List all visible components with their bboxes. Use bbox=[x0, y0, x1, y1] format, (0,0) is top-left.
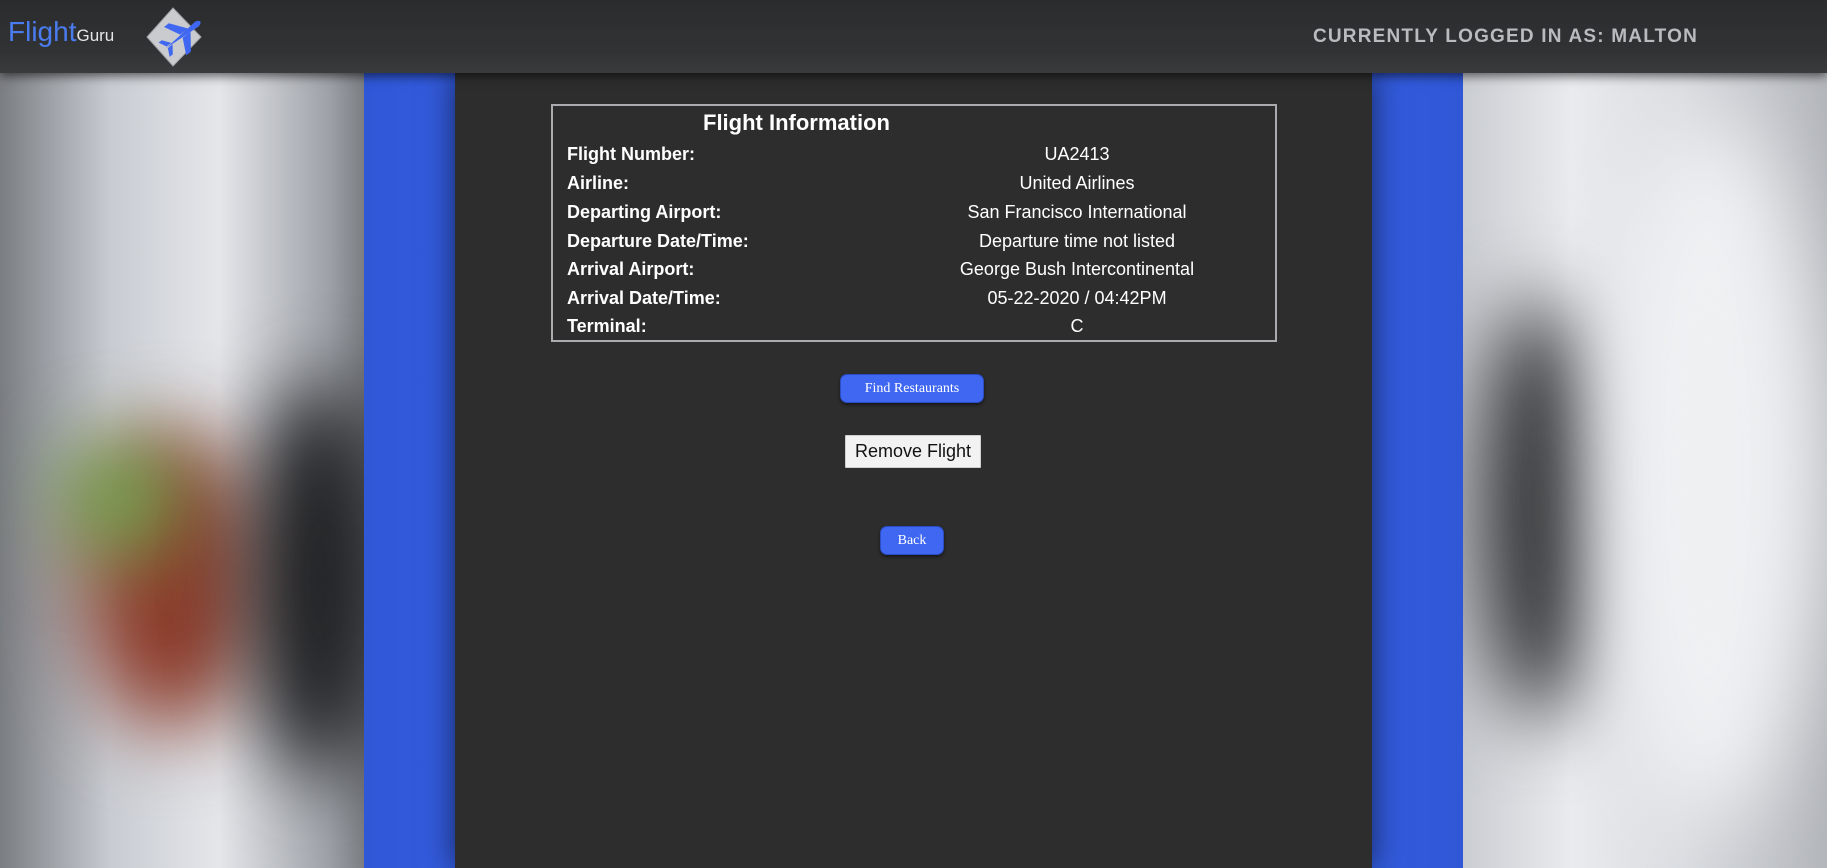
info-row-departing-airport: Departing Airport: San Francisco Interna… bbox=[567, 202, 1267, 231]
plane-diamond-icon[interactable] bbox=[145, 6, 217, 68]
info-label: Departure Date/Time: bbox=[567, 231, 749, 251]
brand-name-sub: Guru bbox=[76, 26, 115, 45]
login-status-text: CURRENTLY LOGGED IN AS: MALTON bbox=[1312, 26, 1698, 47]
info-row-departure-datetime: Departure Date/Time: Departure time not … bbox=[567, 231, 1267, 260]
remove-flight-button[interactable]: Remove Flight bbox=[845, 435, 981, 468]
info-value: Departure time not listed bbox=[978, 231, 1176, 251]
back-button[interactable]: Back bbox=[880, 526, 944, 555]
info-row-arrival-datetime: Arrival Date/Time: 05-22-2020 / 04:42PM bbox=[567, 288, 1267, 317]
info-row-flight-number: Flight Number: UA2413 bbox=[567, 144, 1267, 173]
info-label: Flight Number: bbox=[567, 144, 695, 164]
info-value: 05-22-2020 / 04:42PM bbox=[987, 288, 1167, 308]
info-label: Airline: bbox=[567, 173, 630, 193]
brand-logo-text[interactable]: Flight Guru bbox=[8, 16, 114, 48]
info-row-airline: Airline: United Airlines bbox=[567, 173, 1267, 202]
info-label: Terminal: bbox=[567, 316, 647, 336]
info-value: George Bush Intercontinental bbox=[959, 259, 1195, 279]
find-restaurants-button[interactable]: Find Restaurants bbox=[840, 374, 984, 403]
info-label: Arrival Airport: bbox=[567, 259, 695, 279]
info-value: San Francisco International bbox=[967, 202, 1187, 222]
info-label: Arrival Date/Time: bbox=[567, 288, 721, 308]
info-row-terminal: Terminal: C bbox=[567, 316, 1267, 345]
info-row-arrival-airport: Arrival Airport: George Bush Intercontin… bbox=[567, 259, 1267, 288]
flight-information-box: Flight Information Flight Number: UA2413… bbox=[551, 104, 1277, 342]
brand-name-main: Flight bbox=[8, 16, 77, 47]
flight-information-title: Flight Information bbox=[703, 110, 890, 135]
info-value: C bbox=[1070, 316, 1084, 336]
top-navigation-bar: Flight Guru CURRENTLY LOGGED IN AS: MALT… bbox=[0, 0, 1827, 73]
main-content-panel: Flight Information Flight Number: UA2413… bbox=[455, 73, 1372, 868]
info-label: Departing Airport: bbox=[567, 202, 722, 222]
info-value: UA2413 bbox=[1044, 144, 1110, 164]
info-value: United Airlines bbox=[1019, 173, 1135, 193]
